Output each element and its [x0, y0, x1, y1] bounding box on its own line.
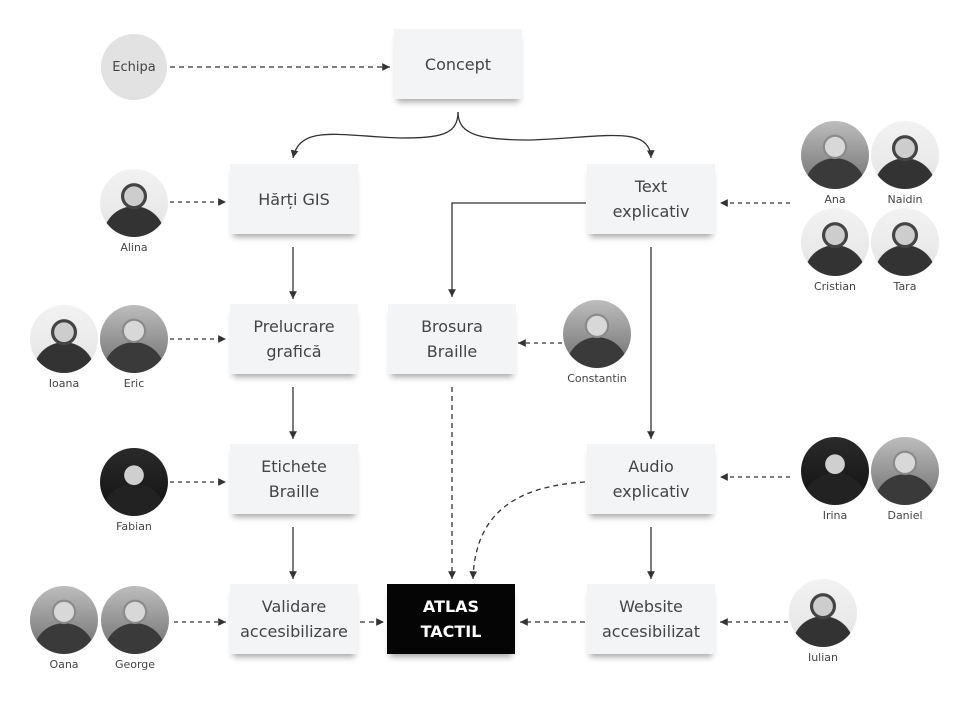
person-name: Cristian	[813, 280, 857, 293]
node-label: Hărți GIS	[258, 189, 330, 209]
node-label-line1: ATLAS	[422, 597, 480, 616]
node-label-line1: Text	[634, 177, 668, 196]
person-constantin[interactable]: Constantin	[562, 300, 632, 385]
node-label-line1: Audio	[628, 457, 674, 476]
link-concept-harti	[290, 111, 459, 159]
node-label-line2: accesibilizare	[240, 622, 348, 641]
node-label-line1: Brosura	[421, 317, 483, 336]
avatar	[563, 300, 631, 368]
person-name: Fabian	[116, 520, 152, 533]
avatar	[100, 448, 168, 516]
node-concept[interactable]: Concept	[394, 29, 522, 99]
person-name: Alina	[120, 241, 148, 254]
person-name: Naidin	[887, 193, 923, 206]
person-name: Tara	[893, 280, 917, 293]
person-ana[interactable]: Ana	[800, 121, 870, 206]
link-concept-text	[457, 111, 655, 159]
person-name: Ana	[824, 193, 846, 206]
node-label-line1: Validare	[261, 597, 327, 616]
person-alina[interactable]: Alina	[99, 169, 169, 254]
node-label-line2: Braille	[426, 342, 478, 361]
person-name: Ioana	[48, 377, 80, 390]
avatar	[101, 586, 169, 654]
person-george[interactable]: George	[100, 586, 170, 671]
workflow-diagram: Echipa Concept Hărți GIS Text explicativ…	[0, 0, 963, 708]
person-naidin[interactable]: Naidin	[870, 121, 940, 206]
avatar	[871, 121, 939, 189]
team-start-circle[interactable]: Echipa	[101, 34, 167, 100]
person-fabian[interactable]: Fabian	[99, 448, 169, 533]
node-label-line2: accesibilizat	[602, 622, 700, 641]
team-start-label: Echipa	[112, 59, 156, 75]
person-oana[interactable]: Oana	[29, 586, 99, 671]
person-iulian[interactable]: Iulian	[788, 579, 858, 664]
node-label-line1: Etichete	[261, 457, 327, 476]
person-daniel[interactable]: Daniel	[870, 437, 940, 522]
person-name: Eric	[123, 377, 145, 390]
node-label-line2: grafică	[266, 342, 322, 361]
person-name: Iulian	[807, 651, 839, 664]
person-name: George	[114, 658, 156, 671]
person-irina[interactable]: Irina	[800, 437, 870, 522]
avatar	[801, 208, 869, 276]
person-eric[interactable]: Eric	[99, 305, 169, 390]
person-name: Irina	[822, 509, 848, 522]
node-label: Concept	[424, 54, 492, 74]
link-text-brosura	[448, 202, 586, 297]
node-harti-gis[interactable]: Hărți GIS	[230, 164, 358, 234]
person-ioana[interactable]: Ioana	[29, 305, 99, 390]
node-label-line1: Website	[619, 597, 683, 616]
node-website-accesibilizat[interactable]: Website accesibilizat	[587, 584, 715, 654]
person-cristian[interactable]: Cristian	[800, 208, 870, 293]
person-name: Oana	[49, 658, 79, 671]
node-label-line1: Prelucrare	[253, 317, 335, 336]
person-name: Constantin	[567, 372, 627, 385]
avatar	[801, 437, 869, 505]
avatar	[100, 305, 168, 373]
node-label-line2: Braille	[268, 482, 320, 501]
node-brosura-braille[interactable]: Brosura Braille	[388, 304, 516, 374]
node-audio-explicativ[interactable]: Audio explicativ	[587, 444, 715, 514]
node-validare-accesibilizare[interactable]: Validare accesibilizare	[230, 584, 358, 654]
avatar	[100, 169, 168, 237]
person-name: Daniel	[887, 509, 923, 522]
node-label-line2: explicativ	[612, 482, 690, 501]
node-prelucrare-grafica[interactable]: Prelucrare grafică	[230, 304, 358, 374]
node-label-line2: TACTIL	[420, 622, 482, 641]
link-audio-atlas	[469, 481, 586, 580]
node-text-explicativ[interactable]: Text explicativ	[587, 164, 715, 234]
avatar	[871, 437, 939, 505]
node-label-line2: explicativ	[612, 202, 690, 221]
node-etichete-braille[interactable]: Etichete Braille	[230, 444, 358, 514]
avatar	[30, 305, 98, 373]
avatar	[801, 121, 869, 189]
avatar	[789, 579, 857, 647]
node-atlas-tactil[interactable]: ATLAS TACTIL	[387, 584, 515, 654]
person-tara[interactable]: Tara	[870, 208, 940, 293]
avatar	[871, 208, 939, 276]
avatar	[30, 586, 98, 654]
